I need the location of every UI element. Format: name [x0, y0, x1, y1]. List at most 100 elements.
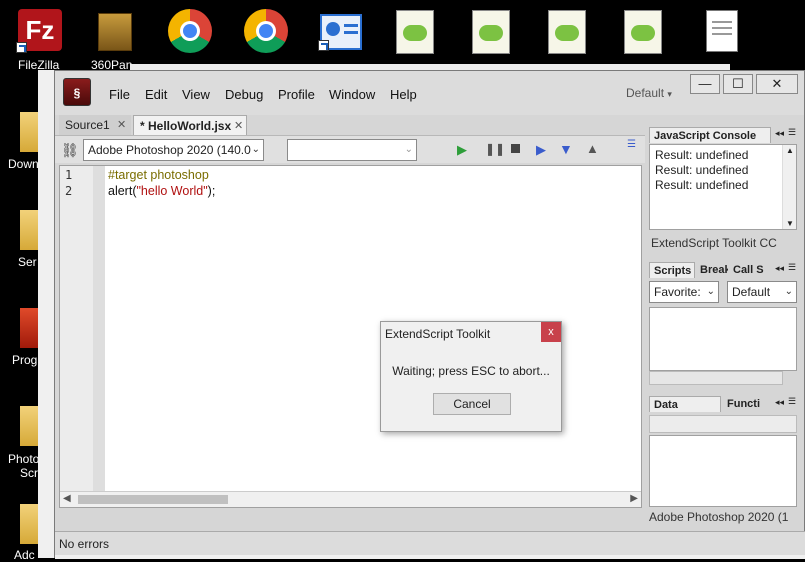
data-browser-filter[interactable]: [649, 415, 797, 433]
tab-helloworld[interactable]: * HelloWorld.jsx ✕: [133, 115, 247, 135]
menu-window[interactable]: Window: [329, 87, 375, 102]
desktop-label-photoshop: Photo: [8, 452, 40, 466]
workspace-label: Default: [626, 86, 665, 100]
pause-icon[interactable]: ❚❚: [485, 142, 505, 156]
dialog-title: ExtendScript Toolkit: [385, 327, 491, 341]
console-line: Result: undefined: [655, 148, 749, 162]
favorites-select[interactable]: Favorite: ⌄: [649, 281, 719, 303]
step-into-icon[interactable]: ▼: [559, 141, 573, 157]
tab-functions[interactable]: Functi: [723, 396, 763, 412]
menu-file[interactable]: File: [109, 87, 130, 102]
default-value: Default: [732, 285, 771, 299]
close-button[interactable]: ✕: [756, 74, 798, 94]
extendscript-logo-icon: §: [63, 78, 91, 106]
step-out-icon[interactable]: ▲: [586, 141, 599, 156]
minimize-button[interactable]: —: [690, 74, 720, 94]
chevron-down-icon: ⌄: [706, 286, 715, 297]
chrome-icon[interactable]: [168, 9, 212, 53]
tab-scripts[interactable]: Scripts: [649, 262, 695, 278]
text-document-icon[interactable]: [706, 10, 738, 52]
function-select[interactable]: ⌄: [287, 139, 417, 161]
console-output[interactable]: Result: undefined Result: undefined Resu…: [649, 144, 797, 230]
console-line: Result: undefined: [655, 178, 749, 192]
horizontal-scrollbar[interactable]: [649, 371, 783, 385]
tab-source1[interactable]: Source1 ✕: [59, 115, 131, 135]
default-select[interactable]: Default ⌄: [727, 281, 797, 303]
tab-javascript-console[interactable]: JavaScript Console: [649, 127, 771, 143]
console-footer: ExtendScript Toolkit CC: [651, 236, 777, 250]
cancel-button[interactable]: Cancel: [433, 393, 511, 415]
panel-menu-icon[interactable]: ☰: [627, 139, 636, 150]
scroll-right-icon[interactable]: ▶: [630, 493, 638, 504]
tab-label: Source1: [65, 118, 110, 132]
chrome-icon[interactable]: [244, 9, 288, 53]
collapse-icon[interactable]: ◂◂: [775, 263, 784, 274]
code-line-1: #target photoshop: [108, 168, 209, 182]
step-over-icon[interactable]: ▶: [536, 142, 546, 158]
vertical-scrollbar[interactable]: ▲ ▼: [782, 145, 796, 229]
favorites-value: Favorite:: [654, 285, 701, 299]
chevron-down-icon: ⌄: [784, 286, 793, 297]
notepad-plus-plus-icon[interactable]: [396, 10, 434, 54]
maximize-button[interactable]: ☐: [723, 74, 753, 94]
desktop-label-adobe: Adc: [14, 548, 35, 562]
chevron-down-icon: ▾: [667, 89, 672, 99]
code-token: alert(: [108, 184, 137, 198]
stop-icon[interactable]: [511, 144, 520, 153]
shortcut-arrow-icon: [318, 40, 329, 51]
collapse-icon[interactable]: ◂◂: [775, 397, 784, 408]
notepad-plus-plus-icon[interactable]: [624, 10, 662, 54]
panel-menu-icon[interactable]: ☰: [788, 127, 796, 138]
extendscript-window: § File Edit View Debug Profile Window He…: [54, 70, 805, 559]
chevron-down-icon: ⌄: [404, 144, 413, 155]
code-token: );: [207, 184, 216, 198]
panel-menu-icon[interactable]: ☰: [788, 396, 796, 407]
scrollbar-thumb[interactable]: [78, 495, 228, 504]
tab-label: * HelloWorld.jsx: [140, 119, 232, 133]
scroll-down-icon[interactable]: ▼: [786, 219, 794, 228]
scripts-panel: Scripts Break Call S ◂◂ ☰ Favorite: ⌄ De…: [647, 259, 801, 391]
workspace-switcher[interactable]: Default ▾: [626, 86, 672, 100]
close-icon[interactable]: ✕: [234, 116, 243, 136]
status-text: No errors: [59, 537, 110, 551]
menu-debug[interactable]: Debug: [225, 87, 263, 102]
line-number: 1: [65, 168, 73, 182]
code-string-token: "hello World": [136, 184, 208, 198]
menu-edit[interactable]: Edit: [145, 87, 167, 102]
folder-icon: [98, 13, 132, 51]
target-app-select[interactable]: Adobe Photoshop 2020 (140.0 ⌄: [83, 139, 264, 161]
link-icon[interactable]: ⛓: [61, 142, 79, 159]
data-browser-tree[interactable]: [649, 435, 797, 507]
notepad-plus-plus-icon[interactable]: [548, 10, 586, 54]
menu-help[interactable]: Help: [390, 87, 417, 102]
scripts-list[interactable]: [649, 307, 797, 371]
tab-breakpoints[interactable]: Break: [696, 262, 728, 278]
code-line-2: alert("hello World");: [108, 184, 215, 198]
menu-profile[interactable]: Profile: [278, 87, 315, 102]
shortcut-arrow-icon: [16, 42, 27, 53]
menu-view[interactable]: View: [182, 87, 210, 102]
javascript-console-panel: JavaScript Console ◂◂ ☰ Result: undefine…: [647, 124, 801, 257]
desktop-label-programs: Prog: [12, 353, 38, 367]
tab-data-browser[interactable]: Data Browser: [649, 396, 721, 427]
close-icon[interactable]: ✕: [117, 115, 126, 135]
horizontal-scrollbar[interactable]: ◀ ▶: [60, 491, 641, 507]
panel-menu-icon[interactable]: ☰: [788, 262, 796, 273]
bottom-strip: [55, 555, 805, 559]
target-app-value: Adobe Photoshop 2020 (140.0: [88, 143, 251, 157]
scroll-left-icon[interactable]: ◀: [63, 493, 71, 504]
data-browser-footer: Adobe Photoshop 2020 (1: [649, 510, 789, 524]
scroll-up-icon[interactable]: ▲: [786, 146, 794, 155]
title-bar: § File Edit View Debug Profile Window He…: [55, 71, 804, 115]
line-number: 2: [65, 184, 73, 198]
dialog-close-button[interactable]: x: [541, 322, 561, 342]
desktop-label-scripts: Scr: [20, 466, 38, 480]
dialog-message: Waiting; press ESC to abort...: [392, 364, 550, 378]
tab-call-stack[interactable]: Call S: [729, 262, 765, 278]
console-line: Result: undefined: [655, 163, 749, 177]
run-icon[interactable]: ▶: [457, 142, 467, 158]
desktop-label-downloads: Down: [8, 157, 39, 171]
collapse-icon[interactable]: ◂◂: [775, 128, 784, 139]
data-browser-panel: Data Browser Functi ◂◂ ☰ Adobe Photoshop…: [647, 393, 801, 529]
notepad-plus-plus-icon[interactable]: [472, 10, 510, 54]
